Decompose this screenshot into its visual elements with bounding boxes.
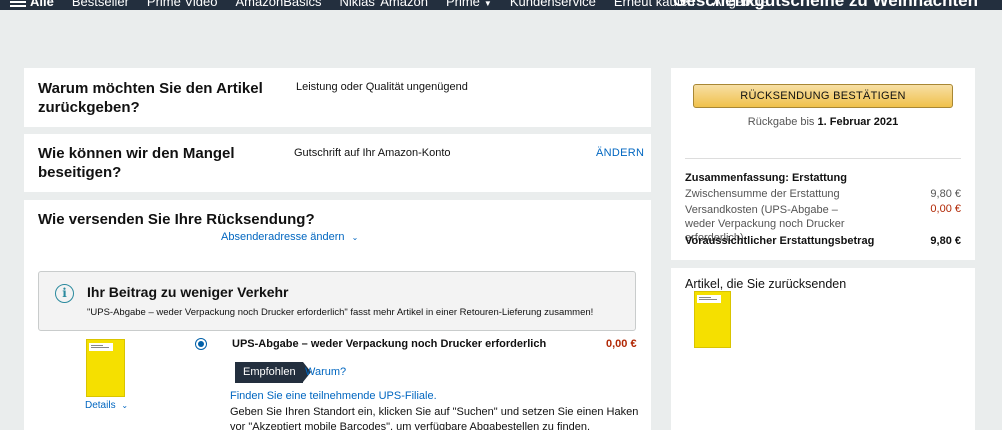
- summary-divider: [685, 158, 961, 159]
- shipping-cost-amount: 0,00 €: [930, 203, 961, 215]
- nav-item-prime-video[interactable]: Prime Video: [147, 0, 218, 9]
- details-label: Details: [85, 400, 116, 411]
- info-icon: i: [55, 284, 74, 303]
- resolution-answer: Gutschrift auf Ihr Amazon-Konto: [294, 147, 451, 159]
- why-link[interactable]: Warum?: [305, 366, 346, 378]
- book-cover-label: [89, 343, 113, 351]
- nav-items: Alle Bestseller Prime Video AmazonBasics…: [0, 0, 768, 10]
- estimated-refund-amount: 9,80 €: [930, 235, 961, 247]
- chevron-down-icon: ⌄: [121, 401, 129, 410]
- subtotal-amount: 9,80 €: [930, 188, 961, 200]
- returned-items-title: Artikel, die Sie zurücksenden: [685, 277, 847, 291]
- chevron-down-icon: ▼: [483, 0, 492, 8]
- ups-dropoff-price: 0,00 €: [606, 338, 637, 350]
- chevron-down-icon: ⌄: [351, 233, 359, 242]
- promo-banner-link[interactable]: Geschenkgutscheine zu Weihnachten: [673, 0, 978, 10]
- nav-item-amazonbasics[interactable]: AmazonBasics: [236, 0, 322, 9]
- ups-dropoff-radio[interactable]: [195, 338, 207, 350]
- nav-item-users-amazon[interactable]: Niklas' Amazon: [339, 0, 427, 9]
- subtotal-row: Zwischensumme der Erstattung 9,80 €: [685, 188, 961, 200]
- return-deadline-prefix: Rückgabe bis: [747, 116, 815, 128]
- recommended-badge: Empfohlen: [235, 362, 311, 383]
- all-menu-label: Alle: [30, 0, 54, 9]
- shipping-question: Wie versenden Sie Ihre Rücksendung?: [38, 211, 315, 228]
- estimated-refund-label: Voraussichtlicher Erstattungsbetrag: [685, 235, 875, 247]
- nav-item-prime[interactable]: Prime ▼: [446, 0, 492, 9]
- hamburger-icon: [10, 0, 26, 8]
- info-alert-text: "UPS-Abgabe – weder Verpackung noch Druc…: [87, 307, 594, 318]
- ups-dropoff-description: Geben Sie Ihren Standort ein, klicken Si…: [230, 406, 639, 430]
- change-resolution-link[interactable]: ÄNDERN: [596, 147, 644, 159]
- return-reason-card: Warum möchten Sie den Artikel zurückgebe…: [24, 68, 651, 127]
- top-navigation-bar: Alle Bestseller Prime Video AmazonBasics…: [0, 0, 1002, 10]
- estimated-refund-row: Voraussichtlicher Erstattungsbetrag 9,80…: [685, 235, 961, 247]
- refund-summary-title: Zusammenfassung: Erstattung: [685, 172, 847, 184]
- product-thumbnail[interactable]: [86, 339, 125, 397]
- confirm-return-button[interactable]: RÜCKSENDUNG BESTÄTIGEN: [693, 84, 953, 108]
- book-cover-label: [697, 295, 721, 303]
- info-alert-box: i Ihr Beitrag zu weniger Verkehr "UPS-Ab…: [38, 271, 636, 331]
- order-summary-sidebar: RÜCKSENDUNG BESTÄTIGEN Rückgabe bis 1. F…: [671, 68, 975, 260]
- resolution-card: Wie können wir den Mangel beseitigen? Gu…: [24, 134, 651, 192]
- nav-item-bestseller[interactable]: Bestseller: [72, 0, 129, 9]
- shipping-method-card: Wie versenden Sie Ihre Rücksendung? Abse…: [24, 200, 651, 430]
- ups-dropoff-option-label[interactable]: UPS-Abgabe – weder Verpackung noch Druck…: [232, 338, 546, 350]
- return-reason-question: Warum möchten Sie den Artikel zurückgebe…: [38, 80, 263, 116]
- nav-item-kundenservice[interactable]: Kundenservice: [510, 0, 596, 9]
- return-deadline-date: 1. Februar 2021: [817, 116, 899, 128]
- find-ups-store-link[interactable]: Finden Sie eine teilnehmende UPS-Filiale…: [230, 390, 437, 402]
- subtotal-label: Zwischensumme der Erstattung: [685, 188, 840, 200]
- returned-item-thumbnail: [694, 291, 731, 348]
- details-toggle[interactable]: Details ⌄: [85, 400, 128, 411]
- return-deadline: Rückgabe bis 1. Februar 2021: [671, 116, 975, 128]
- returned-items-card: Artikel, die Sie zurücksenden: [671, 268, 975, 430]
- all-menu-button[interactable]: Alle: [10, 0, 54, 9]
- info-alert-title: Ihr Beitrag zu weniger Verkehr: [87, 284, 289, 300]
- nav-item-prime-label: Prime: [445, 0, 480, 9]
- resolution-question: Wie können wir den Mangel beseitigen?: [38, 145, 235, 181]
- change-sender-address-label: Absenderadresse ändern: [221, 231, 345, 243]
- return-reason-answer: Leistung oder Qualität ungenügend: [296, 81, 468, 93]
- change-sender-address-link[interactable]: Absenderadresse ändern ⌄: [221, 231, 358, 243]
